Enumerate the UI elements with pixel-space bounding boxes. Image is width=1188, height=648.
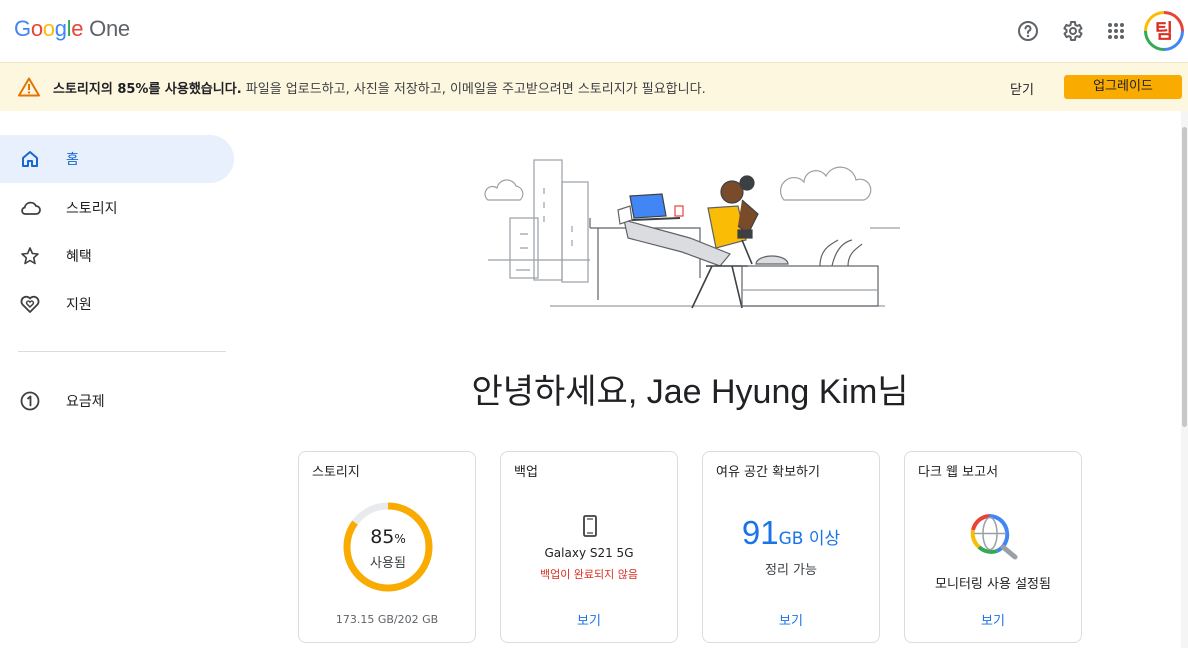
sidebar-item-benefits[interactable]: 혜택: [0, 232, 234, 280]
banner-close-button[interactable]: 닫기: [1010, 79, 1034, 98]
account-avatar[interactable]: 팀: [1144, 11, 1184, 51]
backup-card[interactable]: 백업 Galaxy S21 5G 백업이 완료되지 않음 보기: [500, 451, 678, 643]
sidebar-divider: [18, 351, 226, 352]
cloud-icon: [18, 196, 42, 220]
device-name: Galaxy S21 5G: [544, 546, 634, 560]
dark-web-report-card[interactable]: 다크 웹 보고서 모니터링 사용 설정됨 보기: [904, 451, 1082, 643]
phone-icon: [581, 514, 599, 542]
banner-bold-text: 스토리지의 85%를 사용했습니다.: [53, 82, 242, 97]
plan-one-icon: [18, 389, 42, 413]
logo-suffix: One: [89, 16, 130, 41]
avatar-glyph: 팀: [1149, 16, 1179, 46]
logo-letter: G: [14, 16, 31, 41]
logo-letter: o: [42, 16, 55, 41]
monitoring-status: 모니터링 사용 설정됨: [935, 577, 1051, 592]
star-icon: [18, 244, 42, 268]
storage-card[interactable]: 스토리지 85% 사용됨 173.15 GB/202 GB: [298, 451, 476, 643]
page-scrollbar[interactable]: [1181, 111, 1188, 648]
card-title: 백업: [514, 465, 538, 480]
card-title: 여유 공간 확보하기: [716, 465, 820, 480]
sidebar-item-label: 홈: [66, 152, 79, 168]
home-icon: [18, 147, 42, 171]
sidebar-item-label: 지원: [66, 297, 92, 313]
greeting-heading: 안녕하세요, Jae Hyung Kim님: [471, 373, 909, 411]
storage-warning-banner: 스토리지의 85%를 사용했습니다. 파일을 업로드하고, 사진을 저장하고, …: [0, 62, 1188, 111]
view-dark-web-link[interactable]: 보기: [905, 610, 1081, 629]
warning-icon: [18, 77, 40, 101]
storage-used-label: 사용됨: [370, 556, 406, 571]
dark-web-search-icon: [967, 510, 1023, 564]
google-one-logo[interactable]: Go o g l e One: [14, 16, 130, 42]
card-title: 다크 웹 보고서: [918, 465, 999, 480]
apps-grid-icon[interactable]: [1094, 9, 1138, 53]
logo-letter: g: [54, 16, 67, 41]
free-up-space-card[interactable]: 여유 공간 확보하기 91GB 이상 정리 가능 보기: [702, 451, 880, 643]
sidebar-item-label: 혜택: [66, 249, 92, 265]
storage-size: 173.15 GB/202 GB: [335, 613, 439, 626]
sidebar-item-label: 스토리지: [66, 201, 118, 217]
header-actions: 팀: [1006, 0, 1188, 62]
help-icon[interactable]: [1006, 9, 1050, 53]
sidebar-item-plans[interactable]: 요금제: [0, 377, 234, 425]
logo-letter: e: [71, 16, 84, 41]
banner-message: 스토리지의 85%를 사용했습니다. 파일을 업로드하고, 사진을 저장하고, …: [53, 78, 706, 97]
hero-illustration: [480, 148, 910, 313]
settings-icon[interactable]: [1050, 9, 1094, 53]
reclaimable-amount: 91GB 이상: [703, 514, 879, 552]
backup-status: 백업이 완료되지 않음: [539, 568, 639, 581]
view-free-up-link[interactable]: 보기: [703, 610, 879, 629]
sidebar-item-home[interactable]: 홈: [0, 135, 234, 183]
support-heart-icon: [18, 292, 42, 316]
view-backup-link[interactable]: 보기: [501, 610, 677, 629]
logo-letter: o: [30, 16, 43, 41]
sidebar-item-storage[interactable]: 스토리지: [0, 184, 234, 232]
storage-usage-ring: 85% 사용됨: [341, 500, 435, 594]
storage-percent-sign: %: [394, 532, 406, 546]
sidebar-item-support[interactable]: 지원: [0, 280, 234, 328]
card-title: 스토리지: [312, 465, 360, 480]
sidebar-item-label: 요금제: [66, 394, 105, 410]
reclaimable-label: 정리 가능: [765, 563, 817, 578]
storage-percent: 85%: [341, 526, 435, 548]
avatar-inner: 팀: [1147, 14, 1181, 48]
storage-percent-value: 85: [370, 526, 395, 548]
upgrade-button[interactable]: 업그레이드: [1064, 75, 1182, 99]
scrollbar-thumb[interactable]: [1182, 127, 1187, 427]
reclaimable-number: 91: [741, 514, 779, 551]
reclaimable-unit: GB 이상: [778, 529, 841, 549]
banner-text: 파일을 업로드하고, 사진을 저장하고, 이메일을 주고받으려면 스토리지가 필…: [241, 82, 706, 97]
top-app-bar: Go o g l e One 팀: [0, 0, 1188, 62]
